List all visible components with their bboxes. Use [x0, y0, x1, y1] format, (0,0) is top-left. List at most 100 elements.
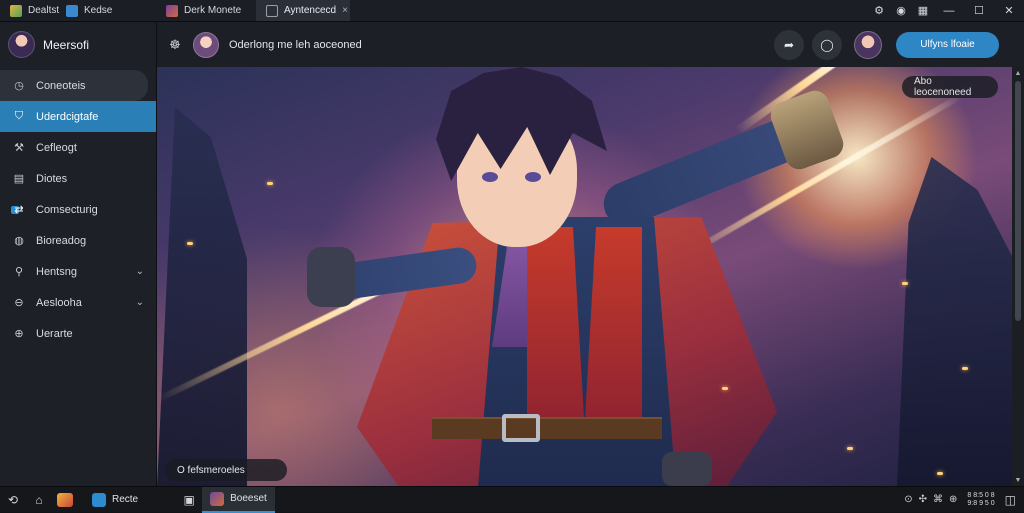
spark	[722, 387, 728, 390]
sidebar-item-uderdcigtafe[interactable]: ⛉ Uderdcigtafe	[0, 101, 156, 132]
sidebar-item-aeslooha[interactable]: ⊖ Aeslooha ⌄	[0, 287, 148, 318]
tab-label: Kedse	[84, 5, 113, 16]
spark	[962, 367, 968, 370]
taskbar: ⟲ ⌂ Recte ▣ Boeeset ⊙ ✣ ⌘ ⊕ 8 8:5 0 8 9:…	[0, 486, 1024, 513]
command-icon[interactable]: ⌘	[933, 494, 943, 505]
notification-icon[interactable]: ◫	[1005, 493, 1016, 507]
scroll-thumb[interactable]	[1015, 81, 1021, 321]
compass-icon: ◍	[14, 235, 24, 247]
spark	[847, 447, 853, 450]
network-icon[interactable]: ✣	[919, 494, 927, 505]
taskbar-app-label: Recte	[112, 494, 139, 505]
sidebar-item-bioreadog[interactable]: ◍ Bioreadog	[0, 225, 148, 256]
character-hand	[307, 247, 355, 307]
content-header: ☸ Oderlong me leh aoceoned ➦ ◯ Ulfyns lf…	[157, 22, 1024, 67]
document-icon	[266, 4, 278, 17]
sidebar-item-label: Comsecturig	[36, 203, 98, 216]
tab-kedse[interactable]: Kedse	[56, 0, 156, 21]
spark	[902, 282, 908, 285]
sidebar-item-uerarte[interactable]: ⊕ Uerarte	[0, 318, 148, 349]
notes-icon: ▤	[13, 173, 25, 185]
avatar	[8, 31, 35, 58]
tab-ayntencecd[interactable]: Ayntencecd ×	[256, 0, 350, 21]
profile-icon[interactable]: ◉	[890, 0, 912, 22]
character-eye	[525, 172, 541, 182]
sidebar-item-label: Cefleogt	[36, 141, 77, 154]
brand-name: Meersofi	[43, 37, 90, 52]
sidebar-item-diotes[interactable]: ▤ Diotes	[0, 163, 148, 194]
clock-date: 9:8 9 5 0	[967, 499, 995, 507]
header-actions: ➦ ◯ Ulfyns lfoaie	[774, 29, 1024, 60]
chevron-down-icon[interactable]: ⌄	[136, 266, 144, 277]
app-icon	[10, 4, 22, 17]
belt-buckle	[502, 414, 540, 442]
sidebar-item-hentsng[interactable]: ⚲ Hentsng ⌄	[0, 256, 148, 287]
spark	[937, 472, 943, 475]
sidebar-item-comsecturig[interactable]: ⇄ Comsecturig	[0, 194, 148, 225]
sidebar-nav: ◷ Coneoteis ⛉ Uderdcigtafe ⚒ Cefleogt ▤ …	[0, 67, 156, 349]
clock-time: 8 8:5 0 8	[967, 491, 995, 499]
tab-dealtst[interactable]: Dealtst	[0, 0, 59, 21]
back-icon[interactable]: ☸	[157, 37, 193, 53]
primary-action-button[interactable]: Ulfyns lfoaie	[896, 31, 999, 58]
sidebar-item-label: Diotes	[36, 172, 68, 185]
background-tower	[157, 107, 247, 486]
app-icon	[92, 492, 106, 507]
globe-icon[interactable]: ⊕	[949, 494, 957, 505]
settings-icon: ⊕	[14, 328, 24, 340]
sidebar-item-label: Coneoteis	[36, 79, 86, 92]
scroll-down-icon[interactable]: ▼	[1012, 474, 1024, 486]
settings-icon[interactable]: ⚙	[868, 0, 890, 22]
taskbar-app-boeeset[interactable]: Boeeset	[202, 486, 275, 513]
spark	[187, 242, 193, 245]
spark	[267, 182, 273, 185]
game-icon	[210, 491, 225, 506]
avatar[interactable]	[193, 31, 219, 58]
artwork-viewer[interactable]: Abo leocenoneed O fefsmeroeles	[157, 67, 1012, 486]
share-button[interactable]: ➦	[774, 29, 804, 60]
tab-derk-monete[interactable]: Derk Monete	[156, 0, 256, 21]
game-icon	[166, 4, 178, 17]
clock-icon: ◷	[14, 80, 24, 92]
tab-label: Ayntencecd	[284, 5, 337, 16]
sidebar-item-cefleogt[interactable]: ⚒ Cefleogt	[0, 132, 148, 163]
sidebar-item-label: Uderdcigtafe	[36, 110, 99, 123]
chevron-down-icon[interactable]: ⌄	[136, 297, 144, 308]
close-window-button[interactable]: ✕	[994, 0, 1024, 22]
character-hand	[662, 452, 712, 486]
sidebar-item-coneoteis[interactable]: ◷ Coneoteis	[0, 70, 148, 101]
search-icon: ⚲	[14, 266, 24, 278]
brand[interactable]: Meersofi	[0, 22, 156, 67]
background-tower	[897, 157, 1012, 486]
scrollbar[interactable]: ▲ ▼	[1012, 67, 1024, 486]
chat-button[interactable]: ◯	[812, 29, 842, 60]
info-icon[interactable]: ⊙	[904, 494, 912, 505]
grid-icon[interactable]: ▦	[912, 0, 934, 22]
home-icon[interactable]: ⌂	[26, 487, 52, 513]
share-icon: ⇄	[14, 204, 24, 216]
system-tray: ⊙ ✣ ⌘ ⊕ 8 8:5 0 8 9:8 9 5 0 ◫	[904, 492, 1024, 508]
window-icon[interactable]: ▣	[176, 487, 202, 513]
taskbar-app-label: Boeeset	[230, 493, 267, 504]
store-icon[interactable]	[52, 487, 78, 513]
minimize-button[interactable]: —	[934, 0, 964, 22]
scroll-up-icon[interactable]: ▲	[1012, 67, 1024, 79]
taskbar-app-recte[interactable]: Recte	[84, 487, 146, 513]
shield-icon: ⛉	[14, 110, 24, 122]
tools-icon: ⚒	[14, 142, 24, 154]
clock[interactable]: 8 8:5 0 8 9:8 9 5 0	[967, 492, 994, 508]
user-avatar[interactable]	[854, 30, 882, 59]
maximize-button[interactable]: ☐	[964, 0, 994, 22]
sidebar-item-label: Aeslooha	[36, 296, 82, 309]
character-belt	[432, 417, 662, 439]
window-controls: ⚙ ◉ ▦ — ☐ ✕	[868, 0, 1024, 21]
sidebar-item-label: Hentsng	[36, 265, 77, 278]
back-icon[interactable]: ⟲	[0, 487, 26, 513]
sidebar-item-label: Uerarte	[36, 327, 73, 340]
close-tab-icon[interactable]: ×	[342, 5, 348, 16]
title-tab-bar: Dealtst Kedse Derk Monete Ayntencecd × ⚙…	[0, 0, 1024, 22]
info-chip[interactable]: Abo leocenoneed	[902, 76, 998, 98]
caption-chip[interactable]: O fefsmeroeles	[165, 459, 287, 481]
sidebar-item-label: Bioreadog	[36, 234, 87, 247]
tab-label: Derk Monete	[184, 5, 242, 16]
